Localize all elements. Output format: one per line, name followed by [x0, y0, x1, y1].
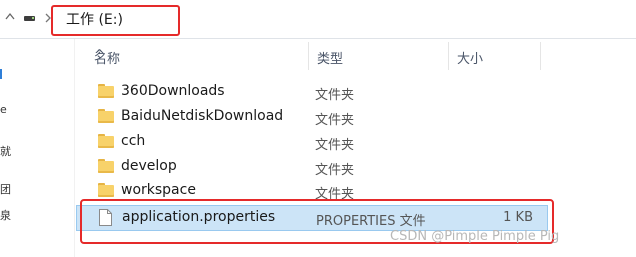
folder-icon	[98, 183, 114, 197]
nav-item-label[interactable]: e	[0, 103, 7, 116]
file-type: 文件夹	[315, 163, 355, 178]
chevron-up-icon[interactable]	[2, 8, 18, 24]
pane-splitter[interactable]	[74, 39, 75, 257]
file-type: 文件夹	[315, 88, 355, 103]
folder-icon	[98, 134, 114, 148]
watermark-text: CSDN @Pimple Pimple Pig	[390, 229, 560, 244]
column-header-size-label: 大小	[457, 52, 484, 67]
file-name: BaiduNetdiskDownload	[121, 108, 284, 124]
nav-item-label[interactable]: 就	[0, 143, 11, 159]
folder-icon	[98, 109, 114, 123]
nav-item-label[interactable]: 团	[0, 181, 11, 197]
file-type: 文件夹	[315, 113, 355, 128]
column-header-type[interactable]: 类型	[308, 42, 449, 70]
pin-icon	[0, 69, 2, 79]
file-type: 文件夹	[315, 138, 355, 153]
file-name: develop	[121, 158, 177, 174]
column-header-empty[interactable]	[540, 42, 636, 70]
nav-item-label[interactable]: 泉	[0, 207, 11, 223]
drive-icon	[24, 14, 36, 22]
file-row[interactable]: 360Downloads 文件夹	[76, 80, 546, 104]
column-header-type-label: 类型	[317, 52, 344, 67]
file-name: 360Downloads	[121, 83, 225, 99]
file-row[interactable]: BaiduNetdiskDownload 文件夹	[76, 105, 546, 129]
folder-icon	[98, 84, 114, 98]
file-row[interactable]: develop 文件夹	[76, 155, 546, 179]
folder-icon	[98, 159, 114, 173]
column-header-name[interactable]: ^ 名称	[74, 42, 308, 70]
column-header-size[interactable]: 大小	[448, 42, 541, 70]
navigation-pane: e 就 团 泉	[0, 39, 14, 257]
address-highlight-box	[51, 5, 180, 36]
file-name: cch	[121, 133, 146, 149]
file-row[interactable]: cch 文件夹	[76, 130, 546, 154]
file-name: workspace	[121, 182, 196, 198]
column-header-name-label: 名称	[94, 52, 121, 67]
